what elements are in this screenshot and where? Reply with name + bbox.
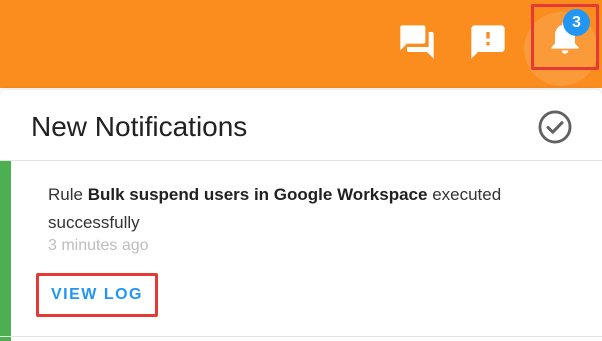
- message-prefix: Rule: [48, 185, 88, 204]
- notification-message: Rule Bulk suspend users in Google Worksp…: [48, 181, 568, 237]
- check-circle-icon: [538, 110, 572, 144]
- feedback-icon[interactable]: [468, 22, 508, 62]
- view-log-button[interactable]: VIEW LOG: [36, 273, 158, 317]
- panel-title: New Notifications: [31, 111, 248, 142]
- notification-timestamp: 3 minutes ago: [48, 237, 149, 254]
- status-accent-bar: [0, 161, 11, 341]
- item-divider: [0, 336, 602, 337]
- header-divider: [0, 160, 602, 161]
- top-app-bar: [0, 0, 602, 88]
- chat-icon[interactable]: [397, 22, 437, 62]
- rule-name: Bulk suspend users in Google Workspace: [87, 185, 428, 204]
- notification-count-badge: 3: [563, 9, 590, 36]
- mark-all-read-button[interactable]: [536, 108, 574, 146]
